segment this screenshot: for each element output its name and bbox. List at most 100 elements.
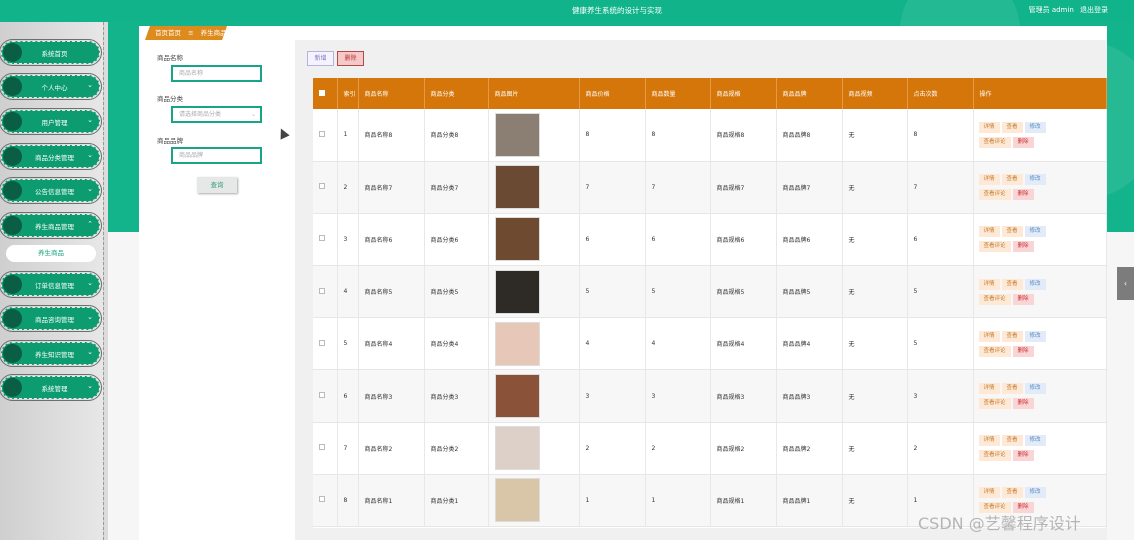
row-checkbox[interactable] [319,392,325,399]
view-button[interactable]: 查看 [1001,121,1023,133]
view-button[interactable]: 查看 [1001,278,1023,290]
select-all-checkbox[interactable] [319,89,325,96]
cell-actions: 详情 查看 修改查看评论 删除 [973,369,1107,423]
chevron-icon: ⌄ [87,116,93,124]
delete-row-button[interactable]: 删除 [1012,450,1034,462]
add-button[interactable]: 新增 [307,51,334,66]
product-image[interactable] [494,374,540,419]
delete-row-button[interactable]: 删除 [1012,293,1034,305]
chevron-down-icon: ⌄ [250,111,256,118]
row-checkbox[interactable] [319,287,325,294]
view-reviews-button[interactable]: 查看评论 [978,293,1011,305]
product-image[interactable] [494,112,540,157]
cell-clicks: 3 [907,369,974,423]
row-checkbox[interactable] [319,444,325,451]
right-side-toggle[interactable]: ‹ [1117,267,1134,300]
product-image[interactable] [494,321,540,366]
view-reviews-button[interactable]: 查看评论 [978,136,1011,148]
cell-index: 7 [337,422,359,475]
edit-button[interactable]: 修改 [1024,226,1046,238]
delete-row-button[interactable]: 删除 [1012,241,1034,253]
sidebar-item-1[interactable]: 个人中心 ⌄ [0,73,102,100]
edit-button[interactable]: 修改 [1024,487,1046,499]
breadcrumb-separator: ≡ [188,29,194,37]
delete-row-button[interactable]: 删除 [1012,189,1034,201]
cell-quantity: 2 [645,422,711,475]
cell-name: 商品名称1 [358,474,425,528]
detail-button[interactable]: 详情 [978,330,1000,342]
view-reviews-button[interactable]: 查看评论 [978,398,1011,410]
delete-row-button[interactable]: 删除 [1012,398,1034,410]
table-row: 6 商品名称3 商品分类3 3 3 商品规格3 商品品牌3 无 3 详情 查看 修改 查看评论 删除 [313,369,1107,423]
sidebar-item-0[interactable]: 系统首页 [0,39,102,66]
delete-button[interactable]: 删除 [337,51,364,66]
sidebar-item-8[interactable]: 养生知识管理 ⌄ [0,340,102,367]
sidebar-item-9[interactable]: 系统管理 ⌄ [0,374,102,401]
edit-button[interactable]: 修改 [1024,435,1046,447]
detail-button[interactable]: 详情 [978,121,1000,133]
detail-button[interactable]: 详情 [978,174,1000,186]
product-image[interactable] [494,426,540,471]
brand-input[interactable]: 商品品牌 [171,147,262,164]
detail-button[interactable]: 详情 [978,226,1000,238]
row-checkbox[interactable] [319,235,325,242]
detail-button[interactable]: 详情 [978,383,1000,395]
cell-brand: 商品品牌8 [776,109,843,162]
detail-button[interactable]: 详情 [978,278,1000,290]
row-select-cell [313,422,338,475]
product-image[interactable] [494,217,540,262]
row-checkbox[interactable] [319,130,325,137]
detail-button[interactable]: 详情 [978,435,1000,447]
view-button[interactable]: 查看 [1001,174,1023,186]
cell-video: 无 [842,213,908,267]
cell-category: 商品分类8 [424,109,489,162]
view-reviews-button[interactable]: 查看评论 [978,450,1011,462]
search-button[interactable]: 查询 [197,177,237,193]
delete-row-button[interactable]: 删除 [1012,345,1034,357]
view-reviews-button[interactable]: 查看评论 [978,345,1011,357]
sidebar-item-label: 系统首页 [41,50,68,58]
watermark: CSDN @艺馨程序设计 [918,514,1081,533]
product-image[interactable] [494,478,540,523]
breadcrumb-home[interactable]: 首页首页 [155,29,181,37]
cell-video: 无 [842,317,908,371]
cell-brand: 商品品牌5 [776,265,843,319]
cell-video: 无 [842,369,908,423]
view-button[interactable]: 查看 [1001,487,1023,499]
category-select[interactable]: 请选择商品分类 ⌄ [171,106,262,123]
product-image[interactable] [494,269,540,314]
row-checkbox[interactable] [319,496,325,503]
sidebar-subitem-health-products[interactable]: 养生商品 [6,245,96,262]
cell-image [488,474,580,528]
row-checkbox[interactable] [319,339,325,346]
nav-bullet-icon [3,181,22,200]
cell-clicks: 8 [907,109,974,162]
edit-button[interactable]: 修改 [1024,121,1046,133]
edit-button[interactable]: 修改 [1024,383,1046,395]
logout-link[interactable]: 退出登录 [1080,6,1108,14]
edit-button[interactable]: 修改 [1024,278,1046,290]
delete-row-button[interactable]: 删除 [1012,136,1034,148]
edit-button[interactable]: 修改 [1024,330,1046,342]
table-row: 7 商品名称2 商品分类2 2 2 商品规格2 商品品牌2 无 2 详情 查看 修改 查看评论 删除 [313,422,1107,475]
cell-index: 2 [337,161,359,214]
sidebar-item-5[interactable]: 养生商品管理 ⌃ [0,212,102,239]
edit-button[interactable]: 修改 [1024,174,1046,186]
sidebar-item-2[interactable]: 用户管理 ⌄ [0,108,102,135]
view-reviews-button[interactable]: 查看评论 [978,189,1011,201]
row-checkbox[interactable] [319,183,325,190]
view-reviews-button[interactable]: 查看评论 [978,241,1011,253]
sidebar-item-4[interactable]: 公告信息管理 ⌄ [0,177,102,204]
product-image[interactable] [494,165,540,210]
view-button[interactable]: 查看 [1001,330,1023,342]
sidebar-item-3[interactable]: 商品分类管理 ⌄ [0,143,102,170]
sidebar-item-7[interactable]: 商品咨询管理 ⌄ [0,305,102,332]
view-button[interactable]: 查看 [1001,435,1023,447]
view-button[interactable]: 查看 [1001,226,1023,238]
cell-name: 商品名称8 [358,109,425,162]
detail-button[interactable]: 详情 [978,487,1000,499]
name-input[interactable]: 商品名称 [171,65,262,82]
cell-index: 1 [337,109,359,162]
view-button[interactable]: 查看 [1001,383,1023,395]
sidebar-item-6[interactable]: 订单信息管理 ⌄ [0,271,102,298]
